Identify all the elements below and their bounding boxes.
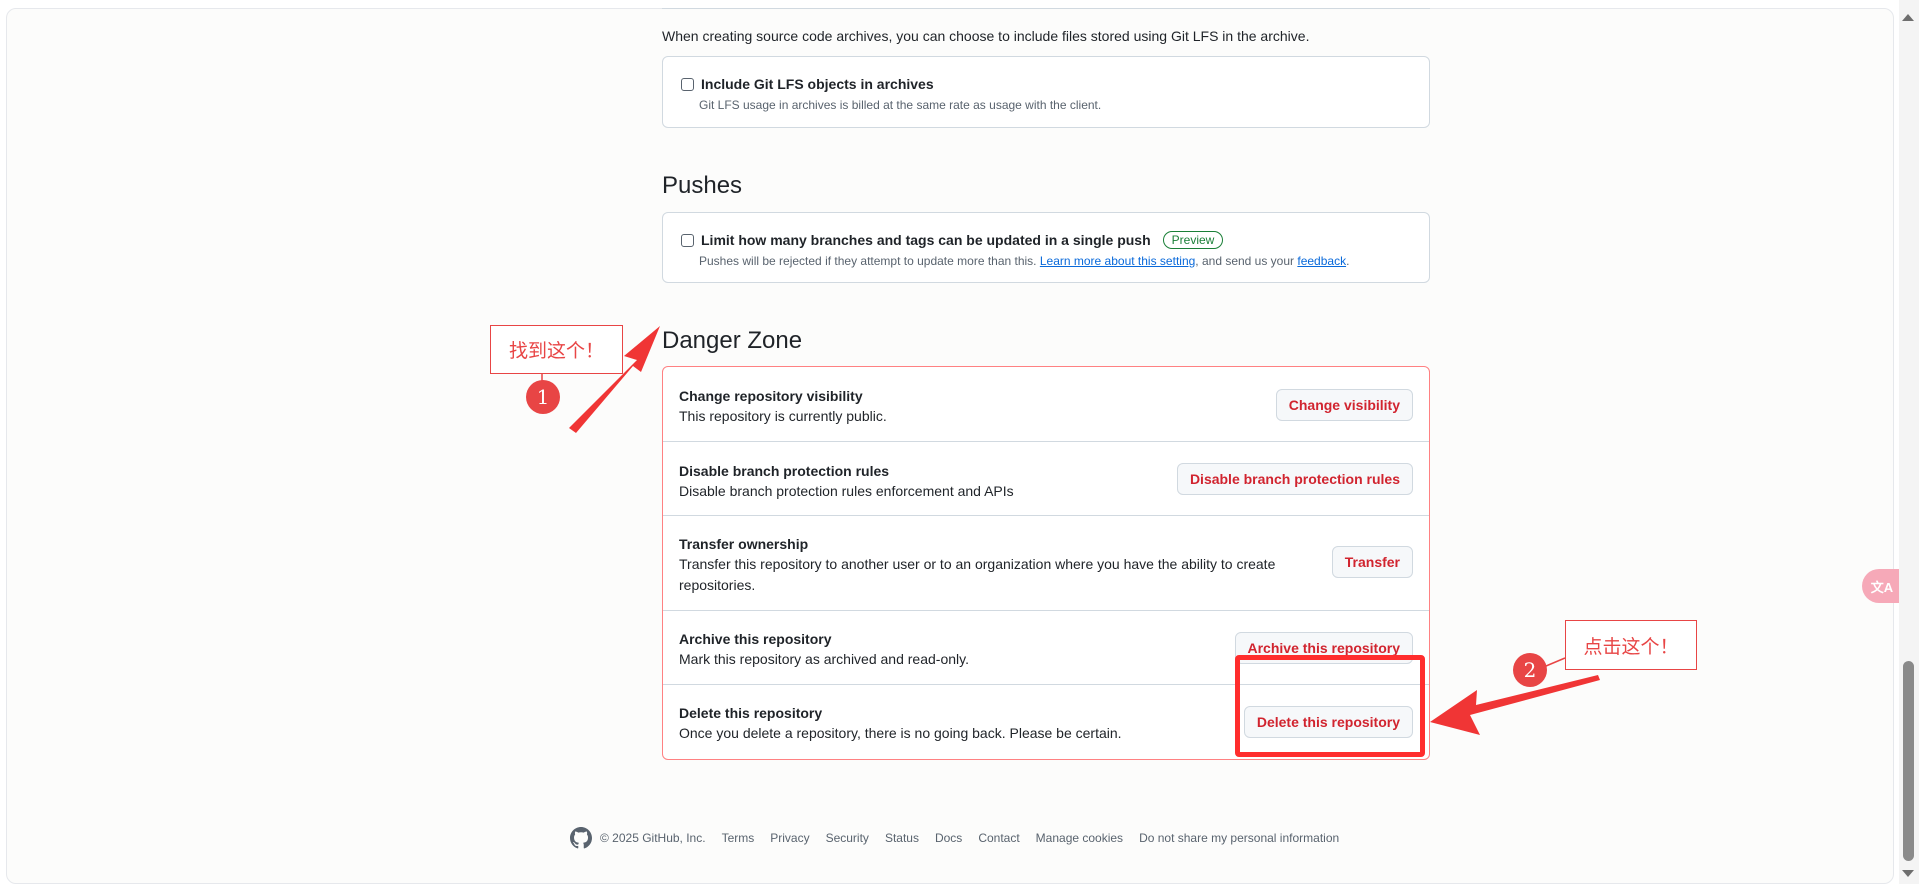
archives-description: When creating source code archives, you … — [662, 28, 1310, 44]
danger-row-desc: Transfer this repository to another user… — [679, 556, 1276, 593]
translate-icon[interactable]: 文A — [1862, 569, 1902, 603]
preview-badge: Preview — [1162, 231, 1224, 249]
footer-link-manage-cookies[interactable]: Manage cookies — [1036, 831, 1123, 845]
scrollbar-thumb[interactable] — [1903, 661, 1914, 861]
footer-link-do-not-share[interactable]: Do not share my personal information — [1139, 831, 1339, 845]
danger-row-title: Disable branch protection rules — [679, 463, 890, 479]
limit-pushes-note-end: . — [1346, 254, 1350, 268]
archives-box: Include Git LFS objects in archives Git … — [662, 56, 1430, 128]
limit-pushes-label[interactable]: Limit how many branches and tags can be … — [701, 232, 1151, 248]
click-this-callout: 点击这个！ — [1565, 620, 1697, 670]
footer-link-status[interactable]: Status — [885, 831, 919, 845]
include-lfs-checkbox[interactable] — [681, 77, 694, 91]
danger-row-transfer: Transfer ownership Transfer this reposit… — [663, 515, 1429, 610]
footer-link-docs[interactable]: Docs — [935, 831, 962, 845]
limit-pushes-note-text: Pushes will be rejected if they attempt … — [699, 254, 1040, 268]
footer-link-privacy[interactable]: Privacy — [770, 831, 809, 845]
delete-highlight-box — [1235, 655, 1425, 757]
step-1-marker: 1 — [526, 380, 560, 414]
danger-row-title: Archive this repository — [679, 631, 832, 647]
footer: © 2025 GitHub, Inc. Terms Privacy Securi… — [570, 827, 1355, 849]
danger-row-title: Delete this repository — [679, 705, 823, 721]
pushes-title: Pushes — [662, 172, 743, 199]
footer-link-security[interactable]: Security — [826, 831, 869, 845]
include-lfs-note: Git LFS usage in archives is billed at t… — [699, 98, 1102, 112]
find-this-callout: 找到这个！ — [490, 325, 623, 374]
section-divider — [662, 8, 1430, 9]
scroll-up-icon[interactable] — [1902, 14, 1914, 21]
scroll-down-icon[interactable] — [1902, 870, 1914, 877]
step-2-marker: 2 — [1513, 653, 1547, 687]
learn-more-link[interactable]: Learn more about this setting — [1040, 254, 1195, 268]
danger-row-desc: Disable branch protection rules enforcem… — [679, 483, 1014, 499]
danger-row-title: Transfer ownership — [679, 536, 809, 552]
danger-row-title: Change repository visibility — [679, 388, 863, 404]
disable-branch-protection-button[interactable]: Disable branch protection rules — [1176, 463, 1413, 495]
limit-pushes-note-middle: , and send us your — [1195, 254, 1298, 268]
danger-zone-title: Danger Zone — [662, 327, 803, 354]
change-visibility-button[interactable]: Change visibility — [1275, 389, 1413, 421]
pushes-box: Limit how many branches and tags can be … — [662, 212, 1430, 283]
danger-row-branch-protection: Disable branch protection rules Disable … — [663, 441, 1429, 515]
transfer-button[interactable]: Transfer — [1331, 546, 1413, 578]
footer-link-terms[interactable]: Terms — [722, 831, 755, 845]
limit-pushes-checkbox[interactable] — [681, 233, 694, 247]
danger-row-desc: This repository is currently public. — [679, 408, 887, 424]
footer-copyright: © 2025 GitHub, Inc. — [600, 831, 706, 845]
github-logo-icon[interactable] — [570, 827, 592, 849]
include-lfs-label[interactable]: Include Git LFS objects in archives — [701, 76, 934, 92]
footer-link-contact[interactable]: Contact — [978, 831, 1019, 845]
danger-row-desc: Once you delete a repository, there is n… — [679, 725, 1122, 741]
danger-row-visibility: Change repository visibility This reposi… — [663, 367, 1429, 441]
feedback-link[interactable]: feedback — [1297, 254, 1346, 268]
limit-pushes-note: Pushes will be rejected if they attempt … — [699, 254, 1349, 268]
danger-row-desc: Mark this repository as archived and rea… — [679, 651, 969, 667]
